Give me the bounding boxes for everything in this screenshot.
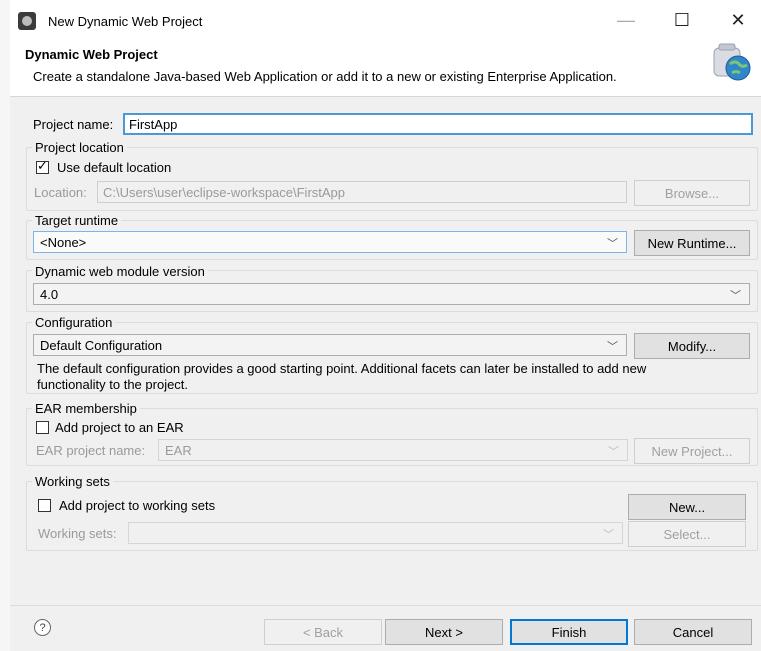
chevron-down-icon: ﹀ [607,341,618,353]
project-location-legend: Project location [32,140,127,155]
finish-button[interactable]: Finish [510,619,628,645]
modify-button[interactable]: Modify... [634,333,750,359]
location-label: Location: [34,185,87,200]
window-title: New Dynamic Web Project [48,14,203,29]
ear-project-name-value: EAR [165,443,192,458]
web-module-version-legend: Dynamic web module version [32,264,208,279]
add-to-working-sets-checkbox[interactable] [38,499,51,512]
target-runtime-combo[interactable]: <None> ﹀ [33,231,627,253]
new-ear-project-button[interactable]: New Project... [634,438,750,464]
working-sets-label: Working sets: [38,526,117,541]
chevron-down-icon: ﹀ [608,446,619,458]
ear-project-name-combo[interactable]: EAR ﹀ [158,439,628,461]
next-button[interactable]: Next > [385,619,503,645]
browse-button[interactable]: Browse... [634,180,750,206]
configuration-description-line2: functionality to the project. [37,377,189,392]
target-runtime-legend: Target runtime [32,213,122,228]
web-module-version-combo[interactable]: 4.0 ﹀ [33,283,750,305]
chevron-down-icon: ﹀ [607,238,618,250]
background-ide-edge [0,0,10,651]
add-to-working-sets-label: Add project to working sets [59,498,216,513]
add-to-ear-label: Add project to an EAR [55,420,184,435]
project-name-input[interactable]: FirstApp [123,113,753,135]
minimize-button[interactable]: — [606,6,646,34]
ear-project-name-label: EAR project name: [36,443,146,458]
web-project-wizard-icon [710,42,752,82]
new-working-set-button[interactable]: New... [628,494,746,520]
cancel-button[interactable]: Cancel [634,619,752,645]
project-name-label: Project name: [33,117,114,132]
wizard-title: Dynamic Web Project [25,47,158,62]
maximize-button[interactable]: ☐ [662,6,702,34]
select-working-sets-button[interactable]: Select... [628,521,746,547]
add-to-ear-checkbox[interactable] [36,421,49,434]
chevron-down-icon: ﹀ [730,290,741,302]
configuration-value: Default Configuration [40,338,163,353]
back-button[interactable]: < Back [264,619,382,645]
ear-membership-legend: EAR membership [32,401,140,416]
configuration-legend: Configuration [32,315,116,330]
location-input[interactable]: C:\Users\user\eclipse-workspace\FirstApp [97,181,627,203]
working-sets-legend: Working sets [32,474,113,489]
help-icon[interactable]: ? [34,619,51,636]
wizard-description: Create a standalone Java-based Web Appli… [33,69,617,84]
close-button[interactable]: ✕ [718,6,758,34]
new-runtime-button[interactable]: New Runtime... [634,230,750,256]
use-default-location-checkbox[interactable] [36,158,49,174]
configuration-combo[interactable]: Default Configuration ﹀ [33,334,627,356]
use-default-location-label: Use default location [57,160,172,175]
eclipse-icon [18,12,36,30]
configuration-description-line1: The default configuration provides a goo… [37,361,647,376]
working-sets-combo[interactable]: ﹀ [128,522,623,544]
web-module-version-value: 4.0 [40,287,59,302]
chevron-down-icon: ﹀ [603,529,614,541]
target-runtime-value: <None> [40,235,87,250]
